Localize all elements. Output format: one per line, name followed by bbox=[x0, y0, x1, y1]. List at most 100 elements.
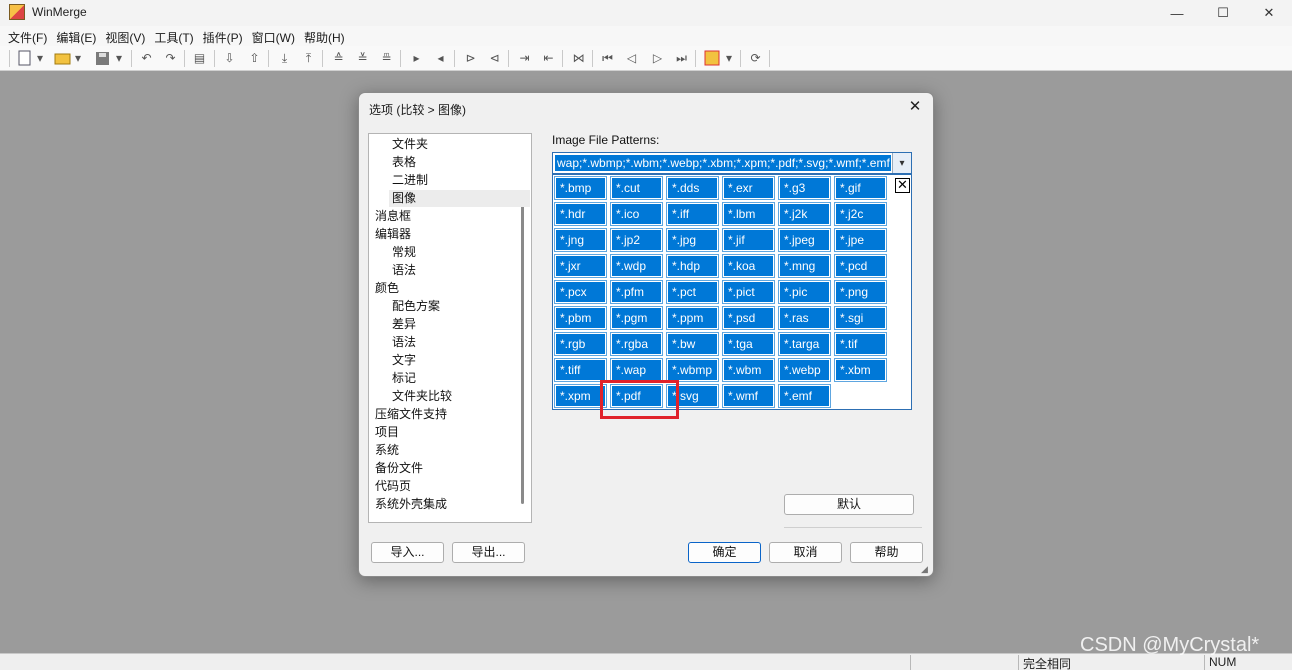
menu-edit[interactable]: 编辑(E) bbox=[52, 26, 101, 46]
pattern-chip[interactable]: *.g3 bbox=[778, 176, 831, 200]
pattern-chip[interactable]: *.pct bbox=[666, 280, 719, 304]
diff-pane-icon[interactable]: ▤ bbox=[191, 50, 208, 66]
merge-icon[interactable]: ⋈ bbox=[570, 50, 587, 66]
copy-right-icon[interactable]: ▸ bbox=[408, 50, 425, 66]
tree-item[interactable]: 系统外壳集成 bbox=[372, 496, 450, 513]
pattern-chip[interactable]: *.targa bbox=[778, 332, 831, 356]
minimize-button[interactable]: — bbox=[1154, 0, 1200, 26]
pattern-chip[interactable]: *.xpm bbox=[554, 384, 607, 408]
menu-plugins[interactable]: 插件(P) bbox=[199, 26, 248, 46]
help-button[interactable]: 帮助 bbox=[850, 542, 923, 563]
pattern-chip[interactable]: *.png bbox=[834, 280, 887, 304]
last-file-icon[interactable]: ⏭ bbox=[673, 50, 690, 66]
pattern-chip[interactable]: *.webp bbox=[778, 358, 831, 382]
tree-item[interactable]: 差异 bbox=[389, 316, 419, 333]
tree-item[interactable]: 常规 bbox=[389, 244, 419, 261]
redo-icon[interactable]: ↷ bbox=[162, 50, 179, 66]
copy-right-advance-icon[interactable]: ⊳ bbox=[462, 50, 479, 66]
current-diff-icon[interactable]: ≙ bbox=[330, 50, 347, 66]
pattern-chip[interactable]: *.pbm bbox=[554, 306, 607, 330]
ok-button[interactable]: 确定 bbox=[688, 542, 761, 563]
prev-diff-icon[interactable]: ⇧ bbox=[246, 50, 263, 66]
tree-item[interactable]: 压缩文件支持 bbox=[372, 406, 450, 423]
next-diff-icon[interactable]: ⇩ bbox=[221, 50, 238, 66]
pattern-chip[interactable]: *.koa bbox=[722, 254, 775, 278]
resize-grip-icon[interactable]: ◢ bbox=[921, 564, 931, 574]
options-category-tree[interactable]: 文件夹 表格 二进制 图像 消息框 编辑器 常规 语法 颜色 配色方案 差异 语法 文字 标记 文件夹比较压… bbox=[368, 133, 532, 523]
options-icon[interactable] bbox=[703, 50, 720, 66]
pattern-chip[interactable]: *.wap bbox=[610, 358, 663, 382]
menu-file[interactable]: 文件(F) bbox=[4, 26, 52, 46]
tree-item[interactable]: 颜色 bbox=[372, 280, 402, 297]
refresh-icon[interactable]: ⟳ bbox=[747, 50, 764, 66]
pattern-chip[interactable]: *.tiff bbox=[554, 358, 607, 382]
copy-all-left-icon[interactable]: ⇤ bbox=[540, 50, 557, 66]
close-window-button[interactable]: ✕ bbox=[1246, 0, 1292, 26]
cancel-button[interactable]: 取消 bbox=[769, 542, 842, 563]
pattern-chip[interactable]: *.rgba bbox=[610, 332, 663, 356]
pattern-chip[interactable]: *.pcx bbox=[554, 280, 607, 304]
tree-item[interactable]: 语法 bbox=[389, 262, 419, 279]
menu-window[interactable]: 窗口(W) bbox=[248, 26, 300, 46]
pattern-chip[interactable]: *.ppm bbox=[666, 306, 719, 330]
pattern-chip[interactable]: *.pgm bbox=[610, 306, 663, 330]
copy-all-right-icon[interactable]: ⇥ bbox=[516, 50, 533, 66]
pattern-chip[interactable]: *.wbmp bbox=[666, 358, 719, 382]
pattern-chip[interactable]: *.mng bbox=[778, 254, 831, 278]
pattern-chip[interactable]: *.wdp bbox=[610, 254, 663, 278]
image-file-patterns-value[interactable]: wap;*.wbmp;*.wbm;*.webp;*.xbm;*.xpm;*.pd… bbox=[555, 155, 891, 171]
pattern-chip[interactable]: *.bmp bbox=[554, 176, 607, 200]
tree-item[interactable]: 代码页 bbox=[372, 478, 414, 495]
pattern-chip[interactable]: *.hdr bbox=[554, 202, 607, 226]
pattern-chip[interactable]: *.tga bbox=[722, 332, 775, 356]
pattern-chip[interactable]: *.j2c bbox=[834, 202, 887, 226]
save-icon[interactable] bbox=[94, 50, 111, 66]
default-button[interactable]: 默认 bbox=[784, 494, 914, 515]
pattern-chip[interactable]: *.pic bbox=[778, 280, 831, 304]
copy-left-icon[interactable]: ◂ bbox=[432, 50, 449, 66]
next-conflict-icon[interactable]: ≚ bbox=[354, 50, 371, 66]
tree-scrollbar[interactable] bbox=[521, 196, 524, 504]
first-file-icon[interactable]: ⏮ bbox=[599, 50, 616, 66]
tree-item[interactable]: 语法 bbox=[389, 334, 419, 351]
pattern-chip[interactable]: *.pcd bbox=[834, 254, 887, 278]
chevron-down-icon[interactable]: ▾ bbox=[73, 50, 83, 66]
import-button[interactable]: 导入... bbox=[371, 542, 444, 563]
pattern-chip[interactable]: *.jng bbox=[554, 228, 607, 252]
pattern-chip[interactable]: *.bw bbox=[666, 332, 719, 356]
chevron-down-icon[interactable]: ▾ bbox=[724, 50, 734, 66]
pattern-chip[interactable]: *.gif bbox=[834, 176, 887, 200]
pattern-chip[interactable]: *.exr bbox=[722, 176, 775, 200]
tree-item[interactable]: 消息框 bbox=[372, 208, 414, 225]
prev-file-icon[interactable]: ◁ bbox=[623, 50, 640, 66]
image-file-patterns-combobox[interactable]: wap;*.wbmp;*.wbm;*.webp;*.xbm;*.xpm;*.pd… bbox=[552, 152, 912, 174]
pattern-chip[interactable]: *.lbm bbox=[722, 202, 775, 226]
tree-item[interactable]: 表格 bbox=[389, 154, 419, 171]
pattern-chip[interactable]: *.psd bbox=[722, 306, 775, 330]
pattern-chip[interactable]: *.iff bbox=[666, 202, 719, 226]
pattern-chip[interactable]: *.hdp bbox=[666, 254, 719, 278]
undo-icon[interactable]: ↶ bbox=[138, 50, 155, 66]
tree-item[interactable]: 编辑器 bbox=[372, 226, 414, 243]
export-button[interactable]: 导出... bbox=[452, 542, 525, 563]
pattern-chip[interactable]: *.dds bbox=[666, 176, 719, 200]
pattern-chip[interactable]: *.emf bbox=[778, 384, 831, 408]
chevron-down-icon[interactable]: ▾ bbox=[35, 50, 45, 66]
new-icon[interactable] bbox=[16, 50, 33, 66]
tree-item[interactable]: 二进制 bbox=[389, 172, 431, 189]
next-file-icon[interactable]: ▷ bbox=[649, 50, 666, 66]
menu-tools[interactable]: 工具(T) bbox=[150, 26, 198, 46]
chevron-down-icon[interactable]: ▾ bbox=[114, 50, 124, 66]
pattern-chip[interactable]: *.rgb bbox=[554, 332, 607, 356]
pattern-chip[interactable]: *.xbm bbox=[834, 358, 887, 382]
pattern-chip[interactable]: *.wbm bbox=[722, 358, 775, 382]
tree-item[interactable]: 备份文件 bbox=[372, 460, 426, 477]
chevron-down-icon[interactable]: ▾ bbox=[892, 153, 911, 173]
pattern-chip[interactable]: *.jpeg bbox=[778, 228, 831, 252]
pattern-chip[interactable]: *.sgi bbox=[834, 306, 887, 330]
pattern-chip[interactable]: *.cut bbox=[610, 176, 663, 200]
pattern-chip[interactable]: *.jp2 bbox=[610, 228, 663, 252]
tree-item[interactable]: 文件夹比较 bbox=[389, 388, 455, 405]
last-diff-icon[interactable]: ⤒ bbox=[300, 50, 317, 66]
maximize-button[interactable]: ☐ bbox=[1200, 0, 1246, 26]
